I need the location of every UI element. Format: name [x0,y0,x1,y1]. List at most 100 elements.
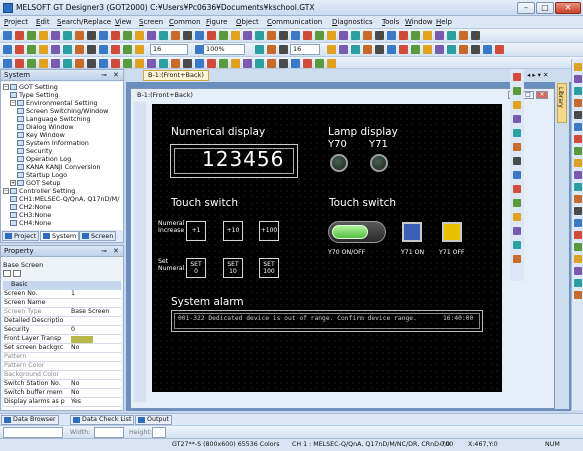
right-tool-icon[interactable] [574,159,582,167]
right-tool-icon[interactable] [574,291,582,299]
toolbar-button-icon[interactable] [399,45,408,54]
tree-item[interactable]: Type Setting [10,91,59,99]
tree-item[interactable]: Security [17,147,52,155]
toolbar-button-icon[interactable] [159,59,168,68]
menu-screen[interactable]: Screen [139,18,163,26]
menu-figure[interactable]: Figure [206,18,227,26]
subwindow-close[interactable]: ✕ [536,91,548,99]
toolbar-button-icon[interactable] [75,45,84,54]
toolbar-button-icon[interactable] [195,45,204,54]
doc-tab-arrows[interactable]: ◂ ▸ ▾ ✕ [527,71,548,79]
toolbar-button-icon[interactable] [303,31,312,40]
toolbar-button-icon[interactable] [243,31,252,40]
property-row[interactable]: Front Layer Transp [3,335,121,344]
toolbar-button-icon[interactable] [387,31,396,40]
close-button[interactable]: ✕ [555,2,581,14]
toolbar-button-icon[interactable] [135,59,144,68]
tab-data-browser[interactable]: Data Browser [1,415,59,425]
menu-tools[interactable]: Tools [382,18,399,26]
toolbar-button-icon[interactable] [435,45,444,54]
height-input[interactable] [152,427,166,438]
toolbar-button-icon[interactable] [51,31,60,40]
property-row[interactable]: Pattern Color [3,362,121,371]
tab-data-check-list[interactable]: Data Check List [70,415,135,425]
property-row[interactable]: Background Color [3,371,121,380]
toolbar-button-icon[interactable] [27,31,36,40]
pin-icon[interactable]: ⊸ [101,71,107,79]
toolbar-button-icon[interactable] [63,31,72,40]
toolbar-button-icon[interactable] [267,45,276,54]
lamp-y70[interactable] [330,154,348,172]
close-icon[interactable]: ✕ [113,247,119,255]
toolbar-button-icon[interactable] [411,31,420,40]
toolbar-button-icon[interactable] [483,45,492,54]
y71-off-button[interactable] [442,222,462,242]
toolbar-button-icon[interactable] [39,45,48,54]
property-value[interactable] [71,336,93,343]
right-tool-icon[interactable] [574,195,582,203]
toolbar-button-icon[interactable] [15,31,24,40]
increase-100-button[interactable]: +100 [259,221,279,241]
toolbar-button-icon[interactable] [315,59,324,68]
property-row[interactable]: Screen Name [3,299,121,308]
set-10-button[interactable]: SET 10 [223,258,243,278]
tab-system[interactable]: System [40,231,80,241]
toolbar-button-icon[interactable] [183,59,192,68]
close-icon[interactable]: ✕ [113,71,119,79]
toolbar-button-icon[interactable] [255,31,264,40]
tree-item[interactable]: Screen Switching/Window [17,107,108,115]
right-tool-icon[interactable] [574,231,582,239]
toolbar-button-icon[interactable] [243,59,252,68]
menu-project[interactable]: Project [4,18,28,26]
property-row[interactable]: Switch buffer mem No [3,389,121,398]
right-tool-icon[interactable] [574,75,582,83]
toolbar-button-icon[interactable] [447,45,456,54]
property-value[interactable]: No [71,389,121,397]
object-tool-icon[interactable] [513,241,521,249]
font-size-combo-2[interactable]: 16 [290,44,320,55]
toolbar-button-icon[interactable] [87,31,96,40]
toolbar-button-icon[interactable] [99,31,108,40]
toolbar-button-icon[interactable] [231,59,240,68]
toolbar-button-icon[interactable] [135,45,144,54]
x-combo[interactable] [3,427,63,438]
tree-item[interactable]: Operation Log [17,155,71,163]
toolbar-button-icon[interactable] [3,45,12,54]
toolbar-button-icon[interactable] [111,31,120,40]
property-value[interactable]: 0 [71,326,121,334]
toolbar-button-icon[interactable] [375,31,384,40]
menu-diagnostics[interactable]: Diagnostics [332,18,373,26]
object-tool-icon[interactable] [513,213,521,221]
toolbar-button-icon[interactable] [267,31,276,40]
y71-on-button[interactable] [402,222,422,242]
toolbar-button-icon[interactable] [267,59,276,68]
toolbar-button-icon[interactable] [315,31,324,40]
toolbar-button-icon[interactable] [435,31,444,40]
toolbar-button-icon[interactable] [75,31,84,40]
expander-icon[interactable]: − [10,100,16,106]
toolbar-button-icon[interactable] [39,59,48,68]
tree-item[interactable]: KANA KANJI Conversion [17,163,101,171]
y70-toggle-switch[interactable] [328,221,386,243]
right-tool-icon[interactable] [574,171,582,179]
toolbar-button-icon[interactable] [351,45,360,54]
toolbar-button-icon[interactable] [303,59,312,68]
font-size-combo[interactable]: 16 [150,44,188,55]
tree-item[interactable]: − Environmental Setting [10,99,97,107]
object-tool-icon[interactable] [513,255,521,263]
object-tool-icon[interactable] [513,115,521,123]
tab-project[interactable]: Project [2,231,40,241]
toolbar-button-icon[interactable] [471,45,480,54]
right-tool-icon[interactable] [574,111,582,119]
right-tool-icon[interactable] [574,183,582,191]
object-tool-icon[interactable] [513,171,521,179]
toolbar-button-icon[interactable] [471,31,480,40]
right-tool-icon[interactable] [574,123,582,131]
toolbar-button-icon[interactable] [219,59,228,68]
toolbar-button-icon[interactable] [27,45,36,54]
tree-item[interactable]: CH4:None [10,219,51,227]
tab-screen[interactable]: Screen [79,231,117,241]
property-value[interactable]: No [71,380,121,388]
toolbar-button-icon[interactable] [495,45,504,54]
tree-item[interactable]: CH2:None [10,203,51,211]
